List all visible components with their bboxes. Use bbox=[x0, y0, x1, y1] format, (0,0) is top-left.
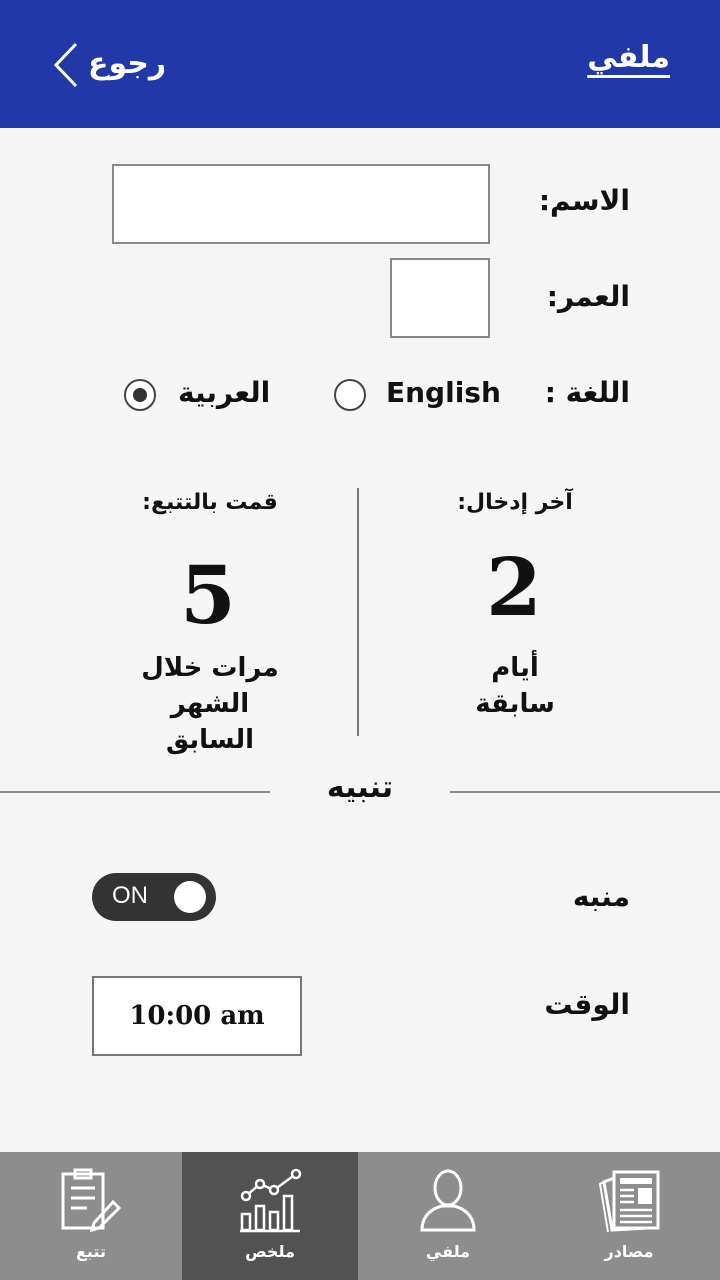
alert-section-title: تنبيه bbox=[326, 770, 394, 805]
page-title: ملفي bbox=[587, 40, 670, 75]
nav-label-resources: مصادر bbox=[604, 1242, 654, 1261]
back-label: رجوع bbox=[88, 46, 167, 81]
time-label: الوقت bbox=[544, 988, 630, 1021]
alarm-toggle-state: ON bbox=[112, 882, 148, 909]
radio-english-label: English bbox=[386, 376, 501, 409]
nav-item-track[interactable]: تتبع bbox=[0, 1152, 182, 1280]
language-label: اللغة : bbox=[544, 376, 630, 409]
divider-left bbox=[0, 791, 270, 793]
radio-arabic-label: العربية bbox=[178, 376, 271, 409]
tracked-subtitle: مرات خلال الشهر السابق bbox=[141, 653, 279, 755]
last-entry-heading: آخر إدخال: bbox=[457, 490, 573, 515]
last-entry-value: 2 bbox=[486, 540, 542, 634]
back-button[interactable]: رجوع bbox=[52, 40, 172, 90]
divider-right bbox=[450, 791, 720, 793]
radio-arabic[interactable] bbox=[124, 379, 156, 411]
nav-item-resources[interactable]: مصادر bbox=[538, 1152, 720, 1280]
newspaper-icon bbox=[598, 1170, 660, 1233]
nav-item-profile[interactable]: ملفي bbox=[358, 1152, 538, 1280]
stats-divider bbox=[357, 488, 359, 736]
tracked-value: 5 bbox=[180, 548, 236, 642]
name-label: الاسم: bbox=[538, 184, 630, 217]
tracked-heading: قمت بالتتبع: bbox=[142, 490, 278, 515]
toggle-knob bbox=[174, 881, 206, 913]
nav-item-summary[interactable]: ملخص bbox=[182, 1152, 358, 1280]
chevron-left-icon bbox=[53, 42, 78, 88]
bottom-nav: تتبع ملخص ملفي مصادر bbox=[0, 1152, 720, 1280]
last-entry-subtitle: أيام سابقة bbox=[475, 653, 555, 719]
alarm-label: منبه bbox=[572, 880, 630, 913]
radio-english[interactable] bbox=[334, 379, 366, 411]
nav-label-track: تتبع bbox=[76, 1242, 106, 1261]
nav-label-profile: ملفي bbox=[425, 1242, 471, 1261]
alarm-toggle[interactable]: ON bbox=[92, 873, 216, 921]
time-field[interactable]: 10:00 am bbox=[92, 976, 302, 1056]
name-input[interactable] bbox=[112, 164, 490, 244]
age-label: العمر: bbox=[546, 280, 630, 313]
clipboard-edit-icon bbox=[61, 1168, 122, 1233]
nav-label-summary: ملخص bbox=[245, 1242, 295, 1261]
app-header: رجوع ملفي bbox=[0, 0, 720, 128]
user-icon bbox=[420, 1169, 476, 1232]
age-input[interactable] bbox=[390, 258, 490, 338]
chart-icon bbox=[240, 1168, 302, 1233]
